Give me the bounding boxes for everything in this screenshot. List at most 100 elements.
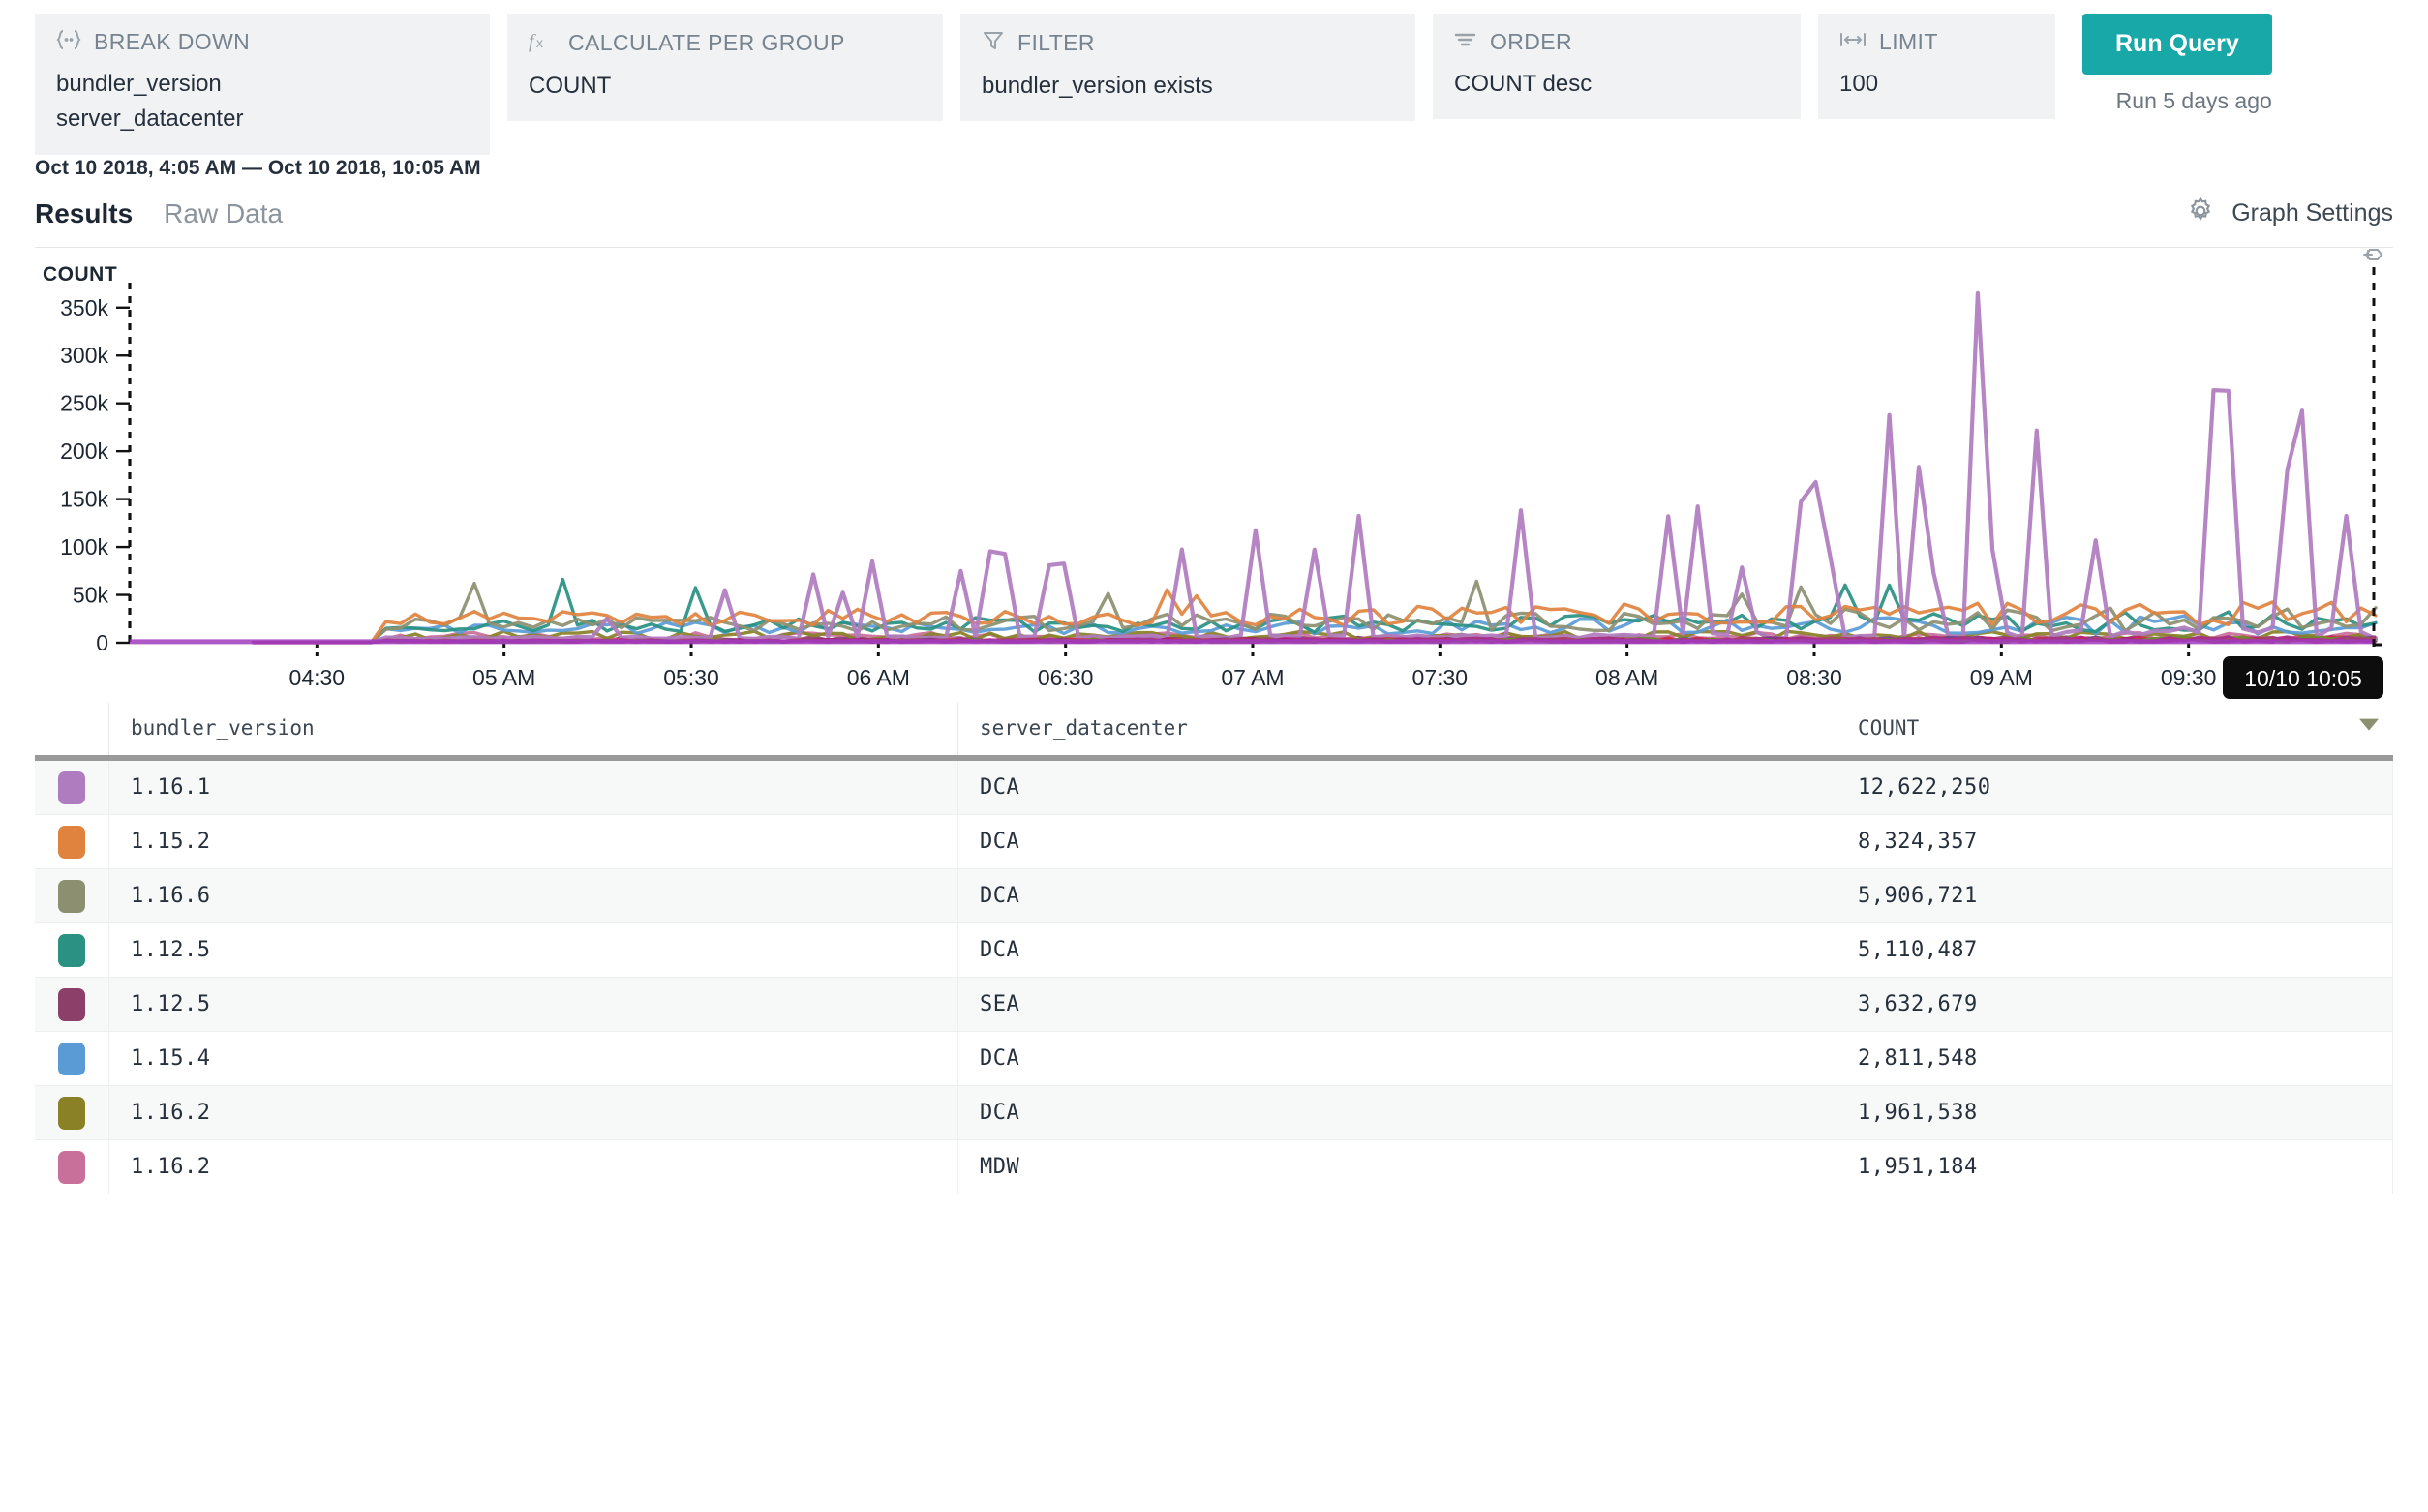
tab-results[interactable]: Results xyxy=(35,198,133,229)
cell-count: 5,906,721 xyxy=(1836,869,2393,923)
table-row[interactable]: 1.16.2MDW1,951,184 xyxy=(35,1140,2393,1194)
series-color-swatch xyxy=(58,1151,85,1184)
run-query-button[interactable]: Run Query xyxy=(2082,14,2272,75)
column-header-server-datacenter[interactable]: server_datacenter xyxy=(958,703,1836,758)
cell-server-datacenter: DCA xyxy=(958,1032,1836,1086)
query-card-calculate-per-group[interactable]: f x CALCULATE PER GROUP COUNT xyxy=(507,14,943,121)
results-tabs: Results Raw Data xyxy=(35,198,283,229)
column-header-bundler-version[interactable]: bundler_version xyxy=(109,703,958,758)
sort-lines-icon xyxy=(1454,30,1477,54)
query-card-order[interactable]: ORDER COUNT desc xyxy=(1433,14,1801,119)
table-row[interactable]: 1.16.1DCA12,622,250 xyxy=(35,758,2393,815)
series-color-swatch xyxy=(58,1097,85,1130)
query-card-header: FILTER xyxy=(982,29,1394,57)
x-axis-tick-label: 07 AM xyxy=(1221,665,1284,690)
table-body: 1.16.1DCA12,622,2501.15.2DCA8,324,3571.1… xyxy=(35,758,2393,1194)
cell-bundler-version: 1.15.4 xyxy=(109,1032,958,1086)
column-header-count[interactable]: COUNT xyxy=(1836,703,2393,758)
query-card-label: LIMIT xyxy=(1879,29,1938,55)
query-card-value: 100 xyxy=(1839,67,2034,102)
run-query-area: Run Query Run 5 days ago xyxy=(2082,14,2272,114)
cell-count: 12,622,250 xyxy=(1836,758,2393,815)
x-axis-tick-label: 06 AM xyxy=(847,665,910,690)
cell-count: 8,324,357 xyxy=(1836,815,2393,869)
results-header: Oct 10 2018, 4:05 AM — Oct 10 2018, 10:0… xyxy=(0,157,2428,248)
chart-series-line xyxy=(254,293,2376,643)
results-chart[interactable]: COUNT 050k100k150k200k250k300k350k04:300… xyxy=(0,248,2428,703)
column-header-color xyxy=(35,703,109,758)
cell-count: 2,811,548 xyxy=(1836,1032,2393,1086)
cell-server-datacenter: DCA xyxy=(958,1086,1836,1140)
results-tabs-row: Results Raw Data Graph Settings xyxy=(35,196,2393,248)
query-card-label: FILTER xyxy=(1017,30,1095,56)
cell-server-datacenter: DCA xyxy=(958,923,1836,978)
query-card-limit[interactable]: LIMIT 100 xyxy=(1818,14,2055,119)
cell-server-datacenter: SEA xyxy=(958,978,1836,1032)
svg-text:f: f xyxy=(529,31,536,52)
query-builder-bar: BREAK DOWN bundler_version server_datace… xyxy=(0,0,2428,145)
cell-count: 1,961,538 xyxy=(1836,1086,2393,1140)
x-axis-tick-label: 09:30 xyxy=(2161,665,2217,690)
series-color-swatch xyxy=(58,880,85,913)
series-color-swatch xyxy=(58,771,85,804)
width-arrows-icon xyxy=(1839,30,1867,54)
cell-count: 1,951,184 xyxy=(1836,1140,2393,1194)
date-range-label: Oct 10 2018, 4:05 AM — Oct 10 2018, 10:0… xyxy=(35,157,2393,180)
x-axis-tick-label: 08 AM xyxy=(1595,665,1658,690)
series-color-swatch xyxy=(58,988,85,1021)
cell-bundler-version: 1.16.2 xyxy=(109,1140,958,1194)
cell-count: 5,110,487 xyxy=(1836,923,2393,978)
series-color-cell xyxy=(35,978,109,1032)
cell-server-datacenter: DCA xyxy=(958,869,1836,923)
series-color-swatch xyxy=(58,1043,85,1075)
gear-icon xyxy=(2185,196,2216,231)
y-axis-tick-label: 0 xyxy=(96,630,108,655)
x-axis-tick-label: 04:30 xyxy=(289,665,346,690)
cell-bundler-version: 1.16.6 xyxy=(109,869,958,923)
table-row[interactable]: 1.16.2DCA1,961,538 xyxy=(35,1086,2393,1140)
y-axis-tick-label: 300k xyxy=(60,343,108,368)
cell-bundler-version: 1.15.2 xyxy=(109,815,958,869)
add-marker-pin-icon[interactable] xyxy=(2364,250,2382,259)
braces-dots-icon xyxy=(56,29,81,55)
table-row[interactable]: 1.12.5SEA3,632,679 xyxy=(35,978,2393,1032)
y-axis-tick-label: 150k xyxy=(60,487,108,512)
table-header: bundler_version server_datacenter COUNT xyxy=(35,703,2393,758)
query-card-value: COUNT xyxy=(529,69,922,104)
query-card-header: BREAK DOWN xyxy=(56,29,469,55)
series-color-cell xyxy=(35,1086,109,1140)
timeseries-chart-svg[interactable]: 050k100k150k200k250k300k350k04:3005 AM05… xyxy=(35,248,2393,703)
series-color-cell xyxy=(35,815,109,869)
cell-bundler-version: 1.16.2 xyxy=(109,1086,958,1140)
table-row[interactable]: 1.15.2DCA8,324,357 xyxy=(35,815,2393,869)
graph-settings-button[interactable]: Graph Settings xyxy=(2185,196,2393,231)
query-card-header: f x CALCULATE PER GROUP xyxy=(529,29,922,57)
cursor-time-badge-label: 10/10 10:05 xyxy=(2244,666,2362,691)
tab-raw-data[interactable]: Raw Data xyxy=(164,198,283,229)
query-card-value: bundler_version exists xyxy=(982,69,1394,104)
series-color-cell xyxy=(35,1140,109,1194)
cell-bundler-version: 1.12.5 xyxy=(109,923,958,978)
query-card-label: ORDER xyxy=(1490,29,1572,55)
query-card-filter[interactable]: FILTER bundler_version exists xyxy=(960,14,1415,121)
column-header-count-label: COUNT xyxy=(1858,716,1919,740)
table-row[interactable]: 1.15.4DCA2,811,548 xyxy=(35,1032,2393,1086)
query-card-value: bundler_version xyxy=(56,67,469,102)
y-axis-tick-label: 250k xyxy=(60,391,108,416)
sort-descending-caret-icon[interactable] xyxy=(2356,715,2382,739)
table-row[interactable]: 1.16.6DCA5,906,721 xyxy=(35,869,2393,923)
query-card-header: ORDER xyxy=(1454,29,1779,55)
chart-axis-title: COUNT xyxy=(43,263,117,287)
series-color-cell xyxy=(35,758,109,815)
query-card-break-down[interactable]: BREAK DOWN bundler_version server_datace… xyxy=(35,14,490,155)
series-color-cell xyxy=(35,923,109,978)
x-axis-tick-label: 07:30 xyxy=(1412,665,1469,690)
query-card-label: CALCULATE PER GROUP xyxy=(568,30,845,56)
svg-text:x: x xyxy=(536,35,543,50)
table-row[interactable]: 1.12.5DCA5,110,487 xyxy=(35,923,2393,978)
series-color-cell xyxy=(35,869,109,923)
cell-count: 3,632,679 xyxy=(1836,978,2393,1032)
x-axis-tick-label: 09 AM xyxy=(1970,665,2033,690)
y-axis-tick-label: 350k xyxy=(60,295,108,320)
chart-series-group xyxy=(130,293,2376,643)
